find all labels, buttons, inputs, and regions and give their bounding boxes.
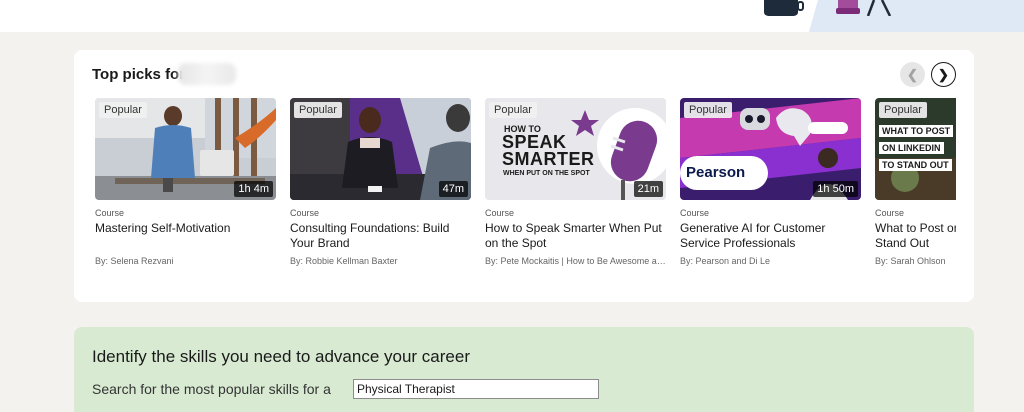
popular-badge: Popular: [684, 102, 732, 118]
course-title[interactable]: What to Post on LinkedIn to Stand Out: [875, 221, 956, 251]
popular-badge: Popular: [489, 102, 537, 118]
course-card[interactable]: Popular 1h 4m Course Mastering Self-Moti…: [95, 98, 276, 266]
thumb-text-smarter: SMARTER: [502, 149, 595, 169]
course-type: Course: [875, 208, 905, 218]
blurred-user-name: [178, 63, 236, 85]
thumb-text-line-2: ON LINKEDIN: [879, 142, 944, 154]
course-title[interactable]: How to Speak Smarter When Put on the Spo…: [485, 221, 666, 251]
course-author: By: Robbie Kellman Baxter: [290, 256, 398, 266]
course-thumbnail: WHAT TO POST ON LINKEDIN TO STAND OUT Po…: [875, 98, 956, 200]
course-type: Course: [95, 208, 125, 218]
popular-badge: Popular: [879, 102, 927, 118]
carousel-next-button[interactable]: ❯: [931, 62, 956, 87]
course-title[interactable]: Consulting Foundations: Build Your Brand: [290, 221, 471, 251]
section-title: Top picks for: [92, 66, 186, 83]
skills-title: Identify the skills you need to advance …: [92, 347, 470, 366]
course-type: Course: [485, 208, 515, 218]
skills-prompt: Search for the most popular skills for a: [92, 381, 331, 397]
mug-icon: [764, 0, 804, 16]
course-thumbnail: Popular 47m: [290, 98, 471, 200]
popular-badge: Popular: [294, 102, 342, 118]
course-author: By: Pete Mockaitis | How to Be Awesome a…: [485, 256, 666, 266]
course-author: By: Sarah Ohlson: [875, 256, 946, 266]
course-card[interactable]: Pearson Popular 1h 50m Course Generative…: [680, 98, 861, 266]
course-thumbnail: Pearson Popular 1h 50m: [680, 98, 861, 200]
thumb-text-line-1: WHAT TO POST: [879, 125, 954, 137]
thumb-text-line-3: TO STAND OUT: [879, 159, 952, 171]
feet-illustration-icon: [836, 0, 892, 16]
course-author: By: Selena Rezvani: [95, 256, 174, 266]
course-carousel: Popular 1h 4m Course Mastering Self-Moti…: [95, 98, 956, 288]
course-author: By: Pearson and Di Le: [680, 256, 771, 266]
top-banner: [0, 0, 1024, 32]
course-card[interactable]: Popular 47m Course Consulting Foundation…: [290, 98, 471, 266]
chevron-left-icon: ❮: [907, 66, 918, 82]
carousel-prev-button[interactable]: ❮: [900, 62, 925, 87]
course-thumbnail: Popular 1h 4m: [95, 98, 276, 200]
course-title[interactable]: Generative AI for Customer Service Profe…: [680, 221, 861, 251]
job-title-input[interactable]: [353, 379, 599, 399]
duration-label: 1h 4m: [234, 181, 273, 197]
duration-label: 21m: [633, 181, 663, 197]
top-picks-section: Top picks for ❮ ❯ Popular 1h 4m Course M…: [74, 50, 974, 302]
pearson-logo-text: Pearson: [686, 164, 746, 181]
duration-label: 47m: [438, 181, 468, 197]
course-card[interactable]: HOW TO SPEAK SMARTER WHEN PUT ON THE SPO…: [485, 98, 666, 266]
course-type: Course: [680, 208, 710, 218]
course-thumbnail: HOW TO SPEAK SMARTER WHEN PUT ON THE SPO…: [485, 98, 666, 200]
skills-section: Identify the skills you need to advance …: [74, 327, 974, 412]
course-card[interactable]: WHAT TO POST ON LINKEDIN TO STAND OUT Po…: [875, 98, 956, 266]
duration-label: 1h 50m: [813, 181, 858, 197]
course-title[interactable]: Mastering Self-Motivation: [95, 221, 276, 251]
chevron-right-icon: ❯: [938, 66, 949, 82]
popular-badge: Popular: [99, 102, 147, 118]
course-type: Course: [290, 208, 320, 218]
thumb-text-subtitle: WHEN PUT ON THE SPOT: [503, 170, 590, 177]
